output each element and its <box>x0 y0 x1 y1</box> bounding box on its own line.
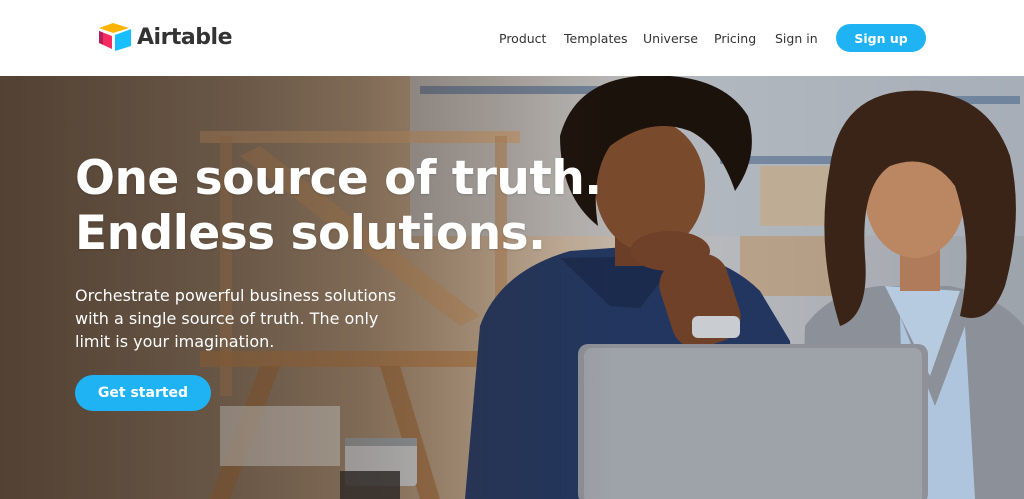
brand-name: Airtable <box>137 24 233 50</box>
hero-title: One source of truth. Endless solutions. <box>75 151 635 261</box>
nav-item-pricing[interactable]: Pricing <box>714 31 756 46</box>
site-header: Airtable Product Templates Universe Pric… <box>0 0 1024 76</box>
airtable-logo-icon <box>99 23 131 51</box>
hero-subtitle: Orchestrate powerful business solutions … <box>75 286 397 351</box>
nav-item-product[interactable]: Product <box>499 31 546 46</box>
hero-section: One source of truth. Endless solutions. … <box>0 76 1024 499</box>
nav-item-sign-in[interactable]: Sign in <box>775 31 818 46</box>
hero-title-line-2: Endless solutions. <box>75 206 546 261</box>
get-started-button[interactable]: Get started <box>75 375 211 411</box>
airtable-logo[interactable]: Airtable <box>98 22 233 52</box>
nav-item-templates[interactable]: Templates <box>564 31 628 46</box>
nav-item-universe[interactable]: Universe <box>643 31 698 46</box>
sign-up-button[interactable]: Sign up <box>836 24 926 52</box>
hero-title-line-1: One source of truth. <box>75 151 602 206</box>
